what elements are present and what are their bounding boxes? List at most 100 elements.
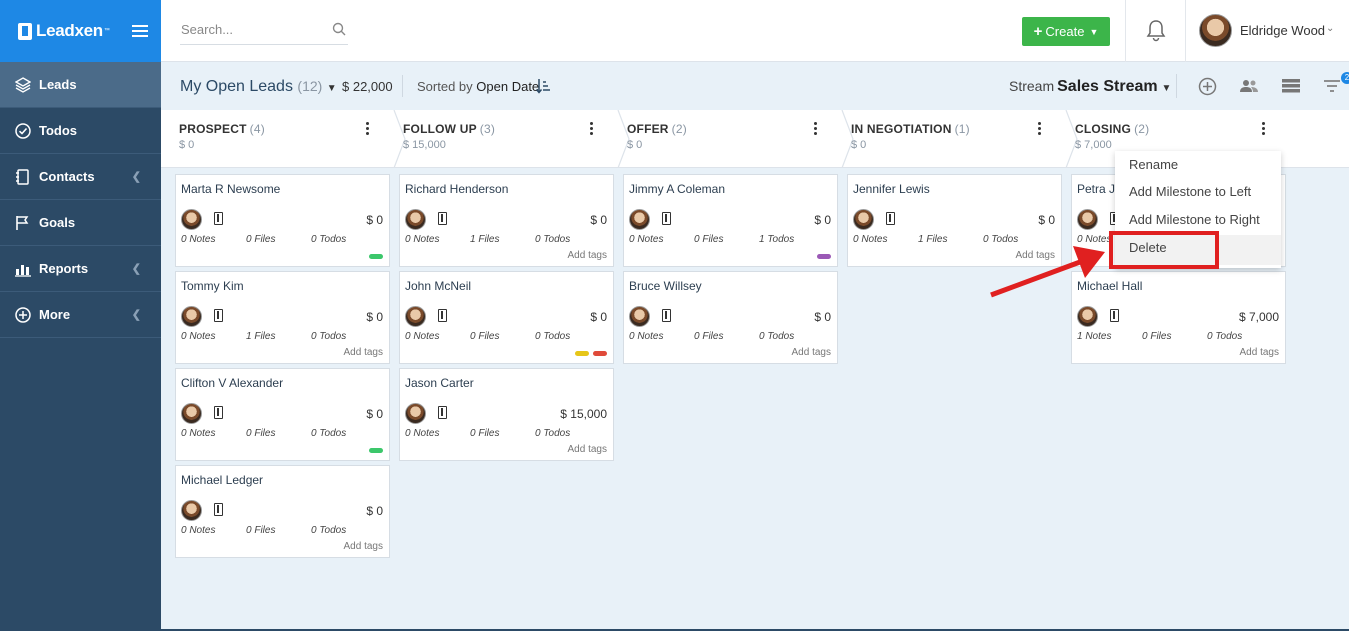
- owner-avatar[interactable]: [405, 306, 426, 327]
- owner-avatar[interactable]: [853, 209, 874, 230]
- user-avatar[interactable]: [1199, 14, 1232, 47]
- lead-card[interactable]: Jason Carter $ 15,000 0 Notes 0 Files 0 Todo…: [399, 368, 614, 461]
- phone-icon[interactable]: [886, 212, 895, 225]
- phone-icon[interactable]: [1110, 309, 1119, 322]
- owner-avatar[interactable]: [181, 500, 202, 521]
- notes-count[interactable]: 0 Notes: [181, 234, 215, 245]
- search-input[interactable]: Search...: [180, 16, 348, 45]
- sidebar-item-contacts[interactable]: Contacts ❮: [0, 154, 161, 200]
- owner-avatar[interactable]: [1077, 209, 1098, 230]
- tag-pill[interactable]: [369, 254, 383, 259]
- add-circle-icon[interactable]: [1197, 76, 1217, 96]
- list-view-icon[interactable]: [1281, 76, 1301, 96]
- files-count[interactable]: 0 Files: [694, 331, 723, 342]
- milestone-in-negotiation[interactable]: IN NEGOTIATION (1) $ 0: [847, 110, 1062, 168]
- lead-card[interactable]: Michael Ledger $ 0 0 Notes 0 Files 0 Todos Ad…: [175, 465, 390, 558]
- sidebar-item-goals[interactable]: Goals: [0, 200, 161, 246]
- lead-name[interactable]: Clifton V Alexander: [181, 376, 283, 390]
- files-count[interactable]: 0 Files: [246, 525, 275, 536]
- lead-name[interactable]: Michael Ledger: [181, 473, 263, 487]
- kebab-menu-icon[interactable]: [814, 122, 820, 137]
- milestone-prospect[interactable]: PROSPECT (4) $ 0: [175, 110, 390, 168]
- lead-name[interactable]: Tommy Kim: [181, 279, 244, 293]
- owner-avatar[interactable]: [629, 209, 650, 230]
- tag-pill[interactable]: [593, 351, 607, 356]
- owner-avatar[interactable]: [405, 209, 426, 230]
- user-menu-chevron-icon[interactable]: ⌄: [1326, 23, 1334, 34]
- view-title[interactable]: My Open Leads (12) ▼: [180, 78, 337, 96]
- owner-avatar[interactable]: [405, 403, 426, 424]
- lead-card[interactable]: John McNeil $ 0 0 Notes 0 Files 0 Todos: [399, 271, 614, 364]
- files-count[interactable]: 0 Files: [470, 331, 499, 342]
- sidebar-item-more[interactable]: More ❮: [0, 292, 161, 338]
- menu-item-rename[interactable]: Rename: [1129, 157, 1178, 172]
- lead-name[interactable]: Marta R Newsome: [181, 182, 280, 196]
- kebab-menu-icon[interactable]: [366, 122, 372, 137]
- todos-count[interactable]: 0 Todos: [535, 234, 570, 245]
- lead-name[interactable]: Jennifer Lewis: [853, 182, 930, 196]
- add-tags-link[interactable]: Add tags: [344, 347, 383, 358]
- phone-icon[interactable]: [214, 212, 223, 225]
- tag-pill[interactable]: [575, 351, 589, 356]
- notes-count[interactable]: 0 Notes: [853, 234, 887, 245]
- phone-icon[interactable]: [662, 212, 671, 225]
- todos-count[interactable]: 1 Todos: [759, 234, 794, 245]
- stream-selector[interactable]: Stream Sales Stream ▼: [1009, 78, 1171, 96]
- files-count[interactable]: 1 Files: [470, 234, 499, 245]
- owner-avatar[interactable]: [629, 306, 650, 327]
- phone-icon[interactable]: [214, 406, 223, 419]
- files-count[interactable]: 0 Files: [694, 234, 723, 245]
- todos-count[interactable]: 0 Todos: [311, 331, 346, 342]
- files-count[interactable]: 0 Files: [1142, 331, 1171, 342]
- lead-card[interactable]: Clifton V Alexander $ 0 0 Notes 0 Files 0 To…: [175, 368, 390, 461]
- create-button[interactable]: + Create ▼: [1022, 17, 1110, 46]
- milestone-follow-up[interactable]: FOLLOW UP (3) $ 15,000: [399, 110, 614, 168]
- tag-pill[interactable]: [817, 254, 831, 259]
- todos-count[interactable]: 0 Todos: [1207, 331, 1242, 342]
- owner-avatar[interactable]: [181, 403, 202, 424]
- lead-card[interactable]: Tommy Kim $ 0 0 Notes 1 Files 0 Todos Add tag…: [175, 271, 390, 364]
- menu-item-add-milestone-to-left[interactable]: Add Milestone to Left: [1129, 184, 1251, 199]
- add-tags-link[interactable]: Add tags: [344, 541, 383, 552]
- notification-bell-icon[interactable]: [1145, 19, 1167, 43]
- add-tags-link[interactable]: Add tags: [792, 347, 831, 358]
- sidebar-item-reports[interactable]: Reports ❮: [0, 246, 161, 292]
- todos-count[interactable]: 0 Todos: [311, 525, 346, 536]
- files-count[interactable]: 0 Files: [470, 428, 499, 439]
- search-icon[interactable]: [332, 22, 346, 36]
- owner-avatar[interactable]: [1077, 306, 1098, 327]
- lead-name[interactable]: Jimmy A Coleman: [629, 182, 725, 196]
- kebab-menu-icon[interactable]: [590, 122, 596, 137]
- todos-count[interactable]: 0 Todos: [311, 234, 346, 245]
- phone-icon[interactable]: [214, 503, 223, 516]
- users-icon[interactable]: [1239, 76, 1259, 96]
- sidebar-item-todos[interactable]: Todos: [0, 108, 161, 154]
- todos-count[interactable]: 0 Todos: [535, 428, 570, 439]
- menu-toggle-icon[interactable]: [131, 22, 148, 40]
- sort-label[interactable]: Sorted by Open Date: [417, 79, 539, 94]
- lead-card[interactable]: Bruce Willsey $ 0 0 Notes 0 Files 0 Todos Add…: [623, 271, 838, 364]
- notes-count[interactable]: 0 Notes: [181, 428, 215, 439]
- kebab-menu-icon[interactable]: [1262, 122, 1268, 137]
- notes-count[interactable]: 0 Notes: [629, 234, 663, 245]
- phone-icon[interactable]: [438, 406, 447, 419]
- files-count[interactable]: 1 Files: [918, 234, 947, 245]
- sidebar-item-leads[interactable]: Leads: [0, 62, 161, 108]
- menu-item-add-milestone-to-right[interactable]: Add Milestone to Right: [1129, 212, 1260, 227]
- notes-count[interactable]: 0 Notes: [629, 331, 663, 342]
- notes-count[interactable]: 0 Notes: [181, 331, 215, 342]
- phone-icon[interactable]: [438, 309, 447, 322]
- todos-count[interactable]: 0 Todos: [759, 331, 794, 342]
- phone-icon[interactable]: [214, 309, 223, 322]
- notes-count[interactable]: 1 Notes: [1077, 331, 1111, 342]
- lead-name[interactable]: Richard Henderson: [405, 182, 508, 196]
- user-name[interactable]: Eldridge Wood: [1240, 23, 1325, 38]
- files-count[interactable]: 0 Files: [246, 234, 275, 245]
- lead-name[interactable]: Jason Carter: [405, 376, 474, 390]
- phone-icon[interactable]: [662, 309, 671, 322]
- lead-card[interactable]: Jimmy A Coleman $ 0 0 Notes 0 Files 1 Todos: [623, 174, 838, 267]
- lead-name[interactable]: Bruce Willsey: [629, 279, 702, 293]
- notes-count[interactable]: 0 Notes: [405, 234, 439, 245]
- lead-card[interactable]: Richard Henderson $ 0 0 Notes 1 Files 0 Todo…: [399, 174, 614, 267]
- lead-name[interactable]: John McNeil: [405, 279, 471, 293]
